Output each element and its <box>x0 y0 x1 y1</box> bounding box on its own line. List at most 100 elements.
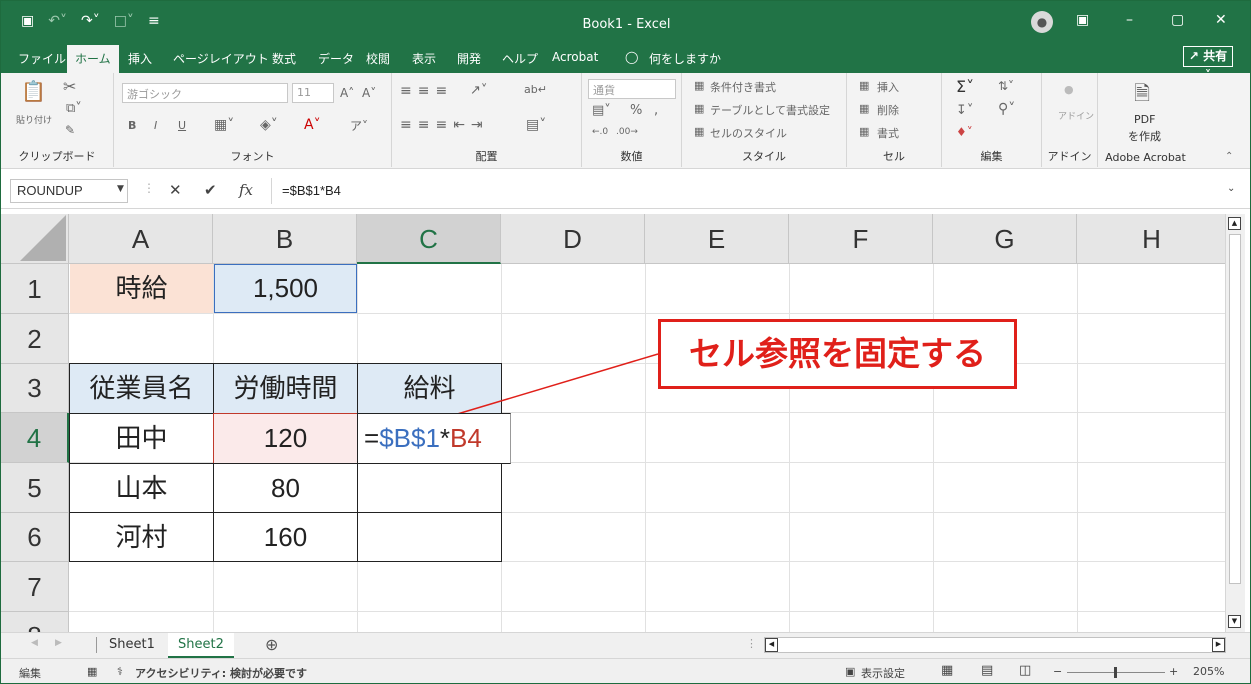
expand-formula-bar-icon[interactable]: ⌄ <box>1227 183 1235 194</box>
row-header-1[interactable]: 1 <box>1 264 69 314</box>
account-avatar-icon[interactable]: ● <box>1031 11 1053 33</box>
scroll-down-icon[interactable]: ▼ <box>1228 615 1241 628</box>
column-header-d[interactable]: D <box>501 214 645 264</box>
bold-button[interactable]: B <box>128 119 136 132</box>
format-cells-button[interactable]: 書式 <box>877 125 899 141</box>
pdf-button-line1[interactable]: PDF <box>1134 113 1155 126</box>
sheet-tab-sheet2[interactable]: Sheet2 <box>168 633 234 658</box>
paste-icon[interactable]: 📋 <box>21 79 46 103</box>
cell-c6[interactable] <box>357 512 502 562</box>
sheet-tab-sheet1[interactable]: Sheet1 <box>99 633 165 658</box>
page-break-view-icon[interactable]: ◫ <box>1019 663 1031 678</box>
tab-insert[interactable]: 挿入 <box>128 50 152 67</box>
accessibility-status[interactable]: アクセシビリティ: 検討が必要です <box>135 665 307 681</box>
formula-input[interactable]: =$B$1*B4 <box>271 178 1221 204</box>
scroll-left-icon[interactable]: ◀ <box>765 638 778 652</box>
column-header-b[interactable]: B <box>213 214 357 264</box>
column-header-g[interactable]: G <box>933 214 1077 264</box>
zoom-in-icon[interactable]: + <box>1169 665 1178 678</box>
cell-b6[interactable]: 160 <box>213 512 358 562</box>
share-button[interactable]: ↗ 共有 ˅ <box>1183 46 1233 82</box>
tab-view[interactable]: 表示 <box>412 50 436 67</box>
font-size-field[interactable]: 11 <box>292 83 334 103</box>
sort-filter-icon[interactable]: ⇅˅ <box>998 79 1014 93</box>
prev-sheet-icon[interactable]: ◀ <box>31 638 38 648</box>
addin-button[interactable]: アドイン <box>1058 109 1094 122</box>
decimal-decrease-icon[interactable]: .00→ <box>616 127 638 137</box>
wrap-text-icon[interactable]: ab↵ <box>524 83 547 96</box>
find-select-icon[interactable]: ⚲˅ <box>998 101 1015 117</box>
borders-icon[interactable]: ▦˅ <box>214 117 234 133</box>
clear-icon[interactable]: ♦˅ <box>956 125 973 139</box>
row-header-5[interactable]: 5 <box>1 463 69 513</box>
cell-b3[interactable]: 労働時間 <box>213 363 358 414</box>
scroll-up-icon[interactable]: ▲ <box>1228 217 1241 230</box>
zoom-slider-thumb[interactable] <box>1114 667 1117 678</box>
page-layout-view-icon[interactable]: ▤ <box>981 663 993 678</box>
enter-icon[interactable]: ✔ <box>204 181 217 199</box>
cell-a1[interactable]: 時給 <box>70 264 213 313</box>
horizontal-scrollbar[interactable]: ◀ ▶ <box>764 637 1226 653</box>
zoom-level[interactable]: 205% <box>1193 665 1224 678</box>
autosum-icon[interactable]: Σ˅ <box>956 77 974 96</box>
pdf-button-line2[interactable]: を作成 <box>1128 128 1161 144</box>
orientation-icon[interactable]: ↗˅ <box>470 83 487 98</box>
zoom-out-icon[interactable]: − <box>1053 665 1062 678</box>
fill-icon[interactable]: ↧˅ <box>956 103 973 118</box>
cell-c5[interactable] <box>357 463 502 513</box>
column-header-f[interactable]: F <box>789 214 933 264</box>
add-sheet-icon[interactable]: ⊕ <box>265 635 278 654</box>
minimize-icon[interactable]: – <box>1126 12 1133 28</box>
close-icon[interactable]: ✕ <box>1215 12 1227 28</box>
delete-cells-button[interactable]: 削除 <box>877 102 899 118</box>
scroll-split-icon[interactable]: ⋮ <box>746 637 757 650</box>
number-format-field[interactable]: 通貨 <box>588 79 676 99</box>
normal-view-icon[interactable]: ▦ <box>941 663 953 678</box>
horizontal-align-icons[interactable]: ≡≡≡⇤⇥ <box>400 117 489 133</box>
column-header-c[interactable]: C <box>357 214 501 264</box>
tab-review[interactable]: 校閲 <box>366 50 390 67</box>
vertical-scroll-thumb[interactable] <box>1229 234 1241 584</box>
tab-developer[interactable]: 開発 <box>457 50 481 67</box>
grow-font-button[interactable]: A˄ <box>340 86 354 100</box>
maximize-icon[interactable]: ▢ <box>1171 12 1184 28</box>
tab-page-layout[interactable]: ページレイアウト <box>173 50 269 67</box>
collapse-ribbon-icon[interactable]: ⌃ <box>1225 151 1233 162</box>
fill-color-icon[interactable]: ◈˅ <box>260 117 278 133</box>
percent-style-button[interactable]: % <box>630 103 642 118</box>
font-color-icon[interactable]: A˅ <box>304 117 321 133</box>
display-settings-button[interactable]: 表示設定 <box>861 665 905 681</box>
insert-function-icon[interactable]: fx <box>239 181 253 199</box>
name-box-dropdown-icon[interactable]: ▼ <box>117 184 124 194</box>
format-painter-icon[interactable]: ✎ <box>65 123 75 137</box>
comma-style-button[interactable]: , <box>654 103 658 118</box>
copy-icon[interactable]: ⧉˅ <box>66 101 82 116</box>
row-header-8[interactable]: 8 <box>1 612 69 632</box>
scroll-right-icon[interactable]: ▶ <box>1212 638 1225 652</box>
tab-acrobat[interactable]: Acrobat <box>552 50 598 64</box>
merge-center-icon[interactable]: ▤˅ <box>526 117 546 133</box>
cell-a3[interactable]: 従業員名 <box>69 363 214 414</box>
vertical-scrollbar[interactable]: ▲ ▼ <box>1225 214 1245 632</box>
macro-record-icon[interactable]: ▦ <box>87 665 97 678</box>
cell-c4-editing[interactable]: =$B$1*B4 <box>357 413 511 464</box>
cell-b5[interactable]: 80 <box>213 463 358 513</box>
next-sheet-icon[interactable]: ▶ <box>55 638 62 648</box>
conditional-format-button[interactable]: 条件付き書式 <box>710 79 776 95</box>
column-header-e[interactable]: E <box>645 214 789 264</box>
cell-b4[interactable]: 120 <box>213 413 358 464</box>
italic-button[interactable]: I <box>154 119 157 132</box>
insert-cells-button[interactable]: 挿入 <box>877 79 899 95</box>
column-header-a[interactable]: A <box>69 214 213 264</box>
select-all-button[interactable] <box>1 214 69 264</box>
font-name-field[interactable]: 游ゴシック <box>122 83 288 103</box>
name-box[interactable]: ROUNDUP <box>10 179 128 203</box>
cell-styles-button[interactable]: セルのスタイル <box>710 125 787 141</box>
row-header-6[interactable]: 6 <box>1 513 69 562</box>
row-header-3[interactable]: 3 <box>1 364 69 413</box>
vertical-align-icons[interactable]: ≡≡≡ <box>400 83 453 99</box>
cell-a6[interactable]: 河村 <box>69 512 214 562</box>
tab-help[interactable]: ヘルプ <box>502 50 538 67</box>
ribbon-display-options-icon[interactable]: ▣ <box>1076 12 1089 28</box>
cell-a5[interactable]: 山本 <box>69 463 214 513</box>
